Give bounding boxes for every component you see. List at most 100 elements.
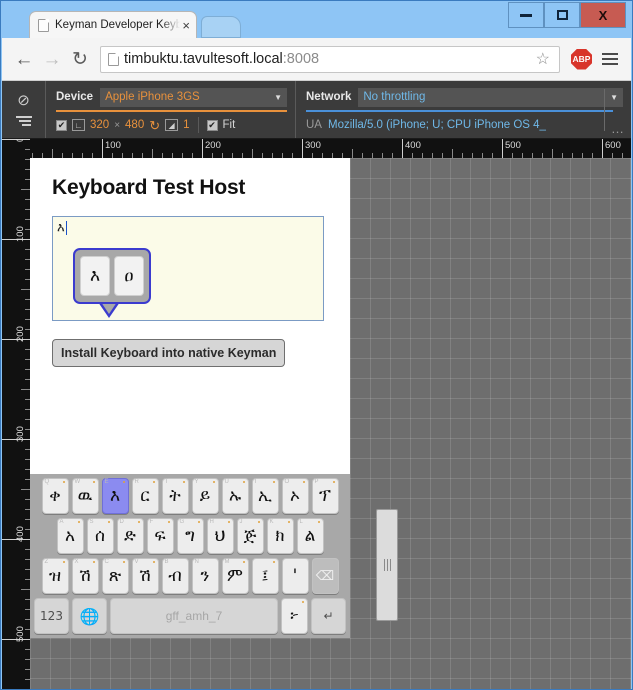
key-longpress-dot-icon bbox=[227, 521, 230, 523]
key-label: ↵ bbox=[323, 609, 334, 623]
key-return-3-4[interactable]: ↵ bbox=[311, 598, 346, 634]
key-label: ዉ bbox=[77, 486, 93, 506]
key-globe-3-1[interactable]: 🌐 bbox=[72, 598, 107, 634]
browser-window: X Keyman Developer Keyboa × ← → ↻ timbuk… bbox=[0, 0, 633, 690]
textarea-value: እ bbox=[57, 220, 65, 235]
key-label: ፕ bbox=[319, 486, 331, 506]
install-keyboard-button[interactable]: Install Keyboard into native Keyman bbox=[52, 339, 286, 367]
new-tab-button[interactable] bbox=[201, 16, 241, 38]
key-char-1-4[interactable]: Gግ bbox=[176, 518, 204, 554]
device-settings-group: Device Apple iPhone 3GS ▼ ✔ ∟ 320 × 480 … bbox=[46, 81, 296, 138]
throttling-icon[interactable] bbox=[15, 116, 32, 126]
key-char-0-3[interactable]: Rር bbox=[131, 478, 159, 514]
key-char-1-0[interactable]: Aአ bbox=[56, 518, 84, 554]
user-agent-value[interactable]: Mozilla/5.0 (iPhone; U; CPU iPhone OS 4_ bbox=[328, 119, 546, 131]
key-char-2-0[interactable]: Zዝ bbox=[41, 558, 69, 594]
key-hint: E bbox=[104, 479, 109, 485]
key-char-1-5[interactable]: Hህ bbox=[206, 518, 234, 554]
key-char-2-3[interactable]: Vሽ bbox=[131, 558, 159, 594]
key-char-3-3[interactable]: ፦ bbox=[281, 598, 308, 634]
device-emulation-toolbar: ⊘ Device Apple iPhone 3GS ▼ ✔ ∟ 320 × 48… bbox=[2, 81, 631, 139]
key-char-2-7[interactable]: ፤ bbox=[251, 558, 279, 594]
adblock-extension-icon[interactable]: ABP bbox=[571, 48, 592, 70]
key-char-2-4[interactable]: Bብ bbox=[161, 558, 189, 594]
horizontal-ruler: 0 100 200 300 400 500 600 bbox=[2, 139, 631, 158]
key-char-2-8[interactable]: ' bbox=[281, 558, 309, 594]
key-hint: Q bbox=[44, 479, 50, 485]
address-bar[interactable]: timbuktu.tavultesoft.local:8008 ☆ bbox=[100, 45, 560, 73]
key-char-1-3[interactable]: Fፍ bbox=[146, 518, 174, 554]
key-char-0-0[interactable]: Qቀ bbox=[41, 478, 69, 514]
viewport-height[interactable]: 480 bbox=[125, 119, 144, 131]
key-label: ቀ bbox=[49, 486, 61, 506]
key-char-2-5[interactable]: Nን bbox=[191, 558, 219, 594]
more-options-icon[interactable]: … bbox=[611, 121, 625, 136]
divider bbox=[197, 117, 199, 133]
key-char-2-2[interactable]: Cጽ bbox=[101, 558, 129, 594]
close-icon[interactable]: × bbox=[182, 19, 190, 32]
key-char-1-8[interactable]: Lል bbox=[296, 518, 324, 554]
key-space-3-2[interactable]: gff_amh_7 bbox=[110, 598, 278, 634]
key-longpress-dot-icon bbox=[302, 481, 305, 483]
device-dimension-checkbox[interactable]: ✔ bbox=[56, 119, 67, 131]
key-char-0-2[interactable]: Eእ bbox=[101, 478, 129, 514]
key-hint: P bbox=[314, 479, 319, 485]
ruler-label: 100 bbox=[105, 140, 121, 151]
viewport-width-handle[interactable] bbox=[376, 509, 398, 621]
key-numeric-3-0[interactable]: 123 bbox=[34, 598, 69, 634]
bookmark-star-icon[interactable]: ☆ bbox=[531, 49, 555, 69]
fit-checkbox[interactable]: ✔ bbox=[206, 119, 218, 131]
key-label: 123 bbox=[40, 609, 63, 623]
key-char-0-4[interactable]: Tት bbox=[161, 478, 189, 514]
key-longpress-dot-icon bbox=[272, 481, 275, 483]
key-longpress-dot-icon bbox=[122, 561, 125, 563]
key-char-1-7[interactable]: Kክ bbox=[266, 518, 294, 554]
key-char-0-8[interactable]: Oኦ bbox=[281, 478, 309, 514]
key-char-1-1[interactable]: Sሰ bbox=[86, 518, 114, 554]
rotate-icon[interactable]: ↻ bbox=[149, 119, 160, 132]
key-char-1-6[interactable]: Jጅ bbox=[236, 518, 264, 554]
key-label: እ bbox=[109, 486, 121, 506]
zoom-icon[interactable]: ◢ bbox=[165, 119, 179, 131]
reload-icon[interactable]: ↻ bbox=[66, 45, 94, 73]
key-char-1-2[interactable]: Dድ bbox=[116, 518, 144, 554]
key-char-0-6[interactable]: Uኡ bbox=[221, 478, 249, 514]
ruler-label: 500 bbox=[15, 626, 26, 642]
hamburger-menu-icon[interactable] bbox=[597, 53, 623, 65]
ruler-label: 600 bbox=[605, 140, 621, 151]
zoom-value[interactable]: 1 bbox=[183, 119, 189, 131]
key-hint: V bbox=[134, 559, 139, 565]
no-entry-icon[interactable]: ⊘ bbox=[17, 93, 30, 108]
key-backspace-2-9[interactable]: ⌫ bbox=[311, 558, 339, 594]
browser-tab[interactable]: Keyman Developer Keyboa × bbox=[29, 11, 197, 38]
key-char-0-5[interactable]: Yይ bbox=[191, 478, 219, 514]
key-char-0-9[interactable]: Pፕ bbox=[311, 478, 339, 514]
key-char-0-7[interactable]: Iኢ bbox=[251, 478, 279, 514]
emulation-stage: Keyboard Test Host እ Install Keyboard in… bbox=[30, 158, 631, 689]
key-label: ር bbox=[140, 486, 150, 506]
device-select-value: Apple iPhone 3GS bbox=[105, 91, 200, 103]
device-select[interactable]: Apple iPhone 3GS ▼ bbox=[100, 87, 287, 107]
forward-icon[interactable]: → bbox=[38, 45, 66, 73]
network-select[interactable]: No throttling ▼ bbox=[358, 87, 623, 107]
popup-alternate-key-1[interactable]: ዐ bbox=[114, 256, 144, 296]
key-popup-tail bbox=[98, 302, 120, 318]
ruler-tick bbox=[252, 149, 253, 158]
key-longpress-dot-icon bbox=[332, 481, 335, 483]
key-char-0-1[interactable]: Wዉ bbox=[71, 478, 99, 514]
page-favicon-icon bbox=[38, 18, 49, 32]
key-label: ጽ bbox=[108, 566, 122, 586]
orientation-icon[interactable]: ∟ bbox=[72, 119, 85, 131]
key-alternates-popup: እዐ bbox=[73, 248, 151, 304]
viewport-width[interactable]: 320 bbox=[90, 119, 109, 131]
key-char-2-6[interactable]: Mም bbox=[221, 558, 249, 594]
popup-alternate-key-0[interactable]: እ bbox=[80, 256, 110, 296]
ruler-tick bbox=[102, 139, 103, 158]
key-hint: I bbox=[254, 479, 257, 485]
key-hint: S bbox=[89, 519, 94, 525]
key-longpress-dot-icon bbox=[212, 481, 215, 483]
back-icon[interactable]: ← bbox=[10, 45, 38, 73]
key-label: ብ bbox=[168, 566, 182, 586]
key-char-2-1[interactable]: Xሽ bbox=[71, 558, 99, 594]
key-label: ኢ bbox=[258, 486, 272, 506]
